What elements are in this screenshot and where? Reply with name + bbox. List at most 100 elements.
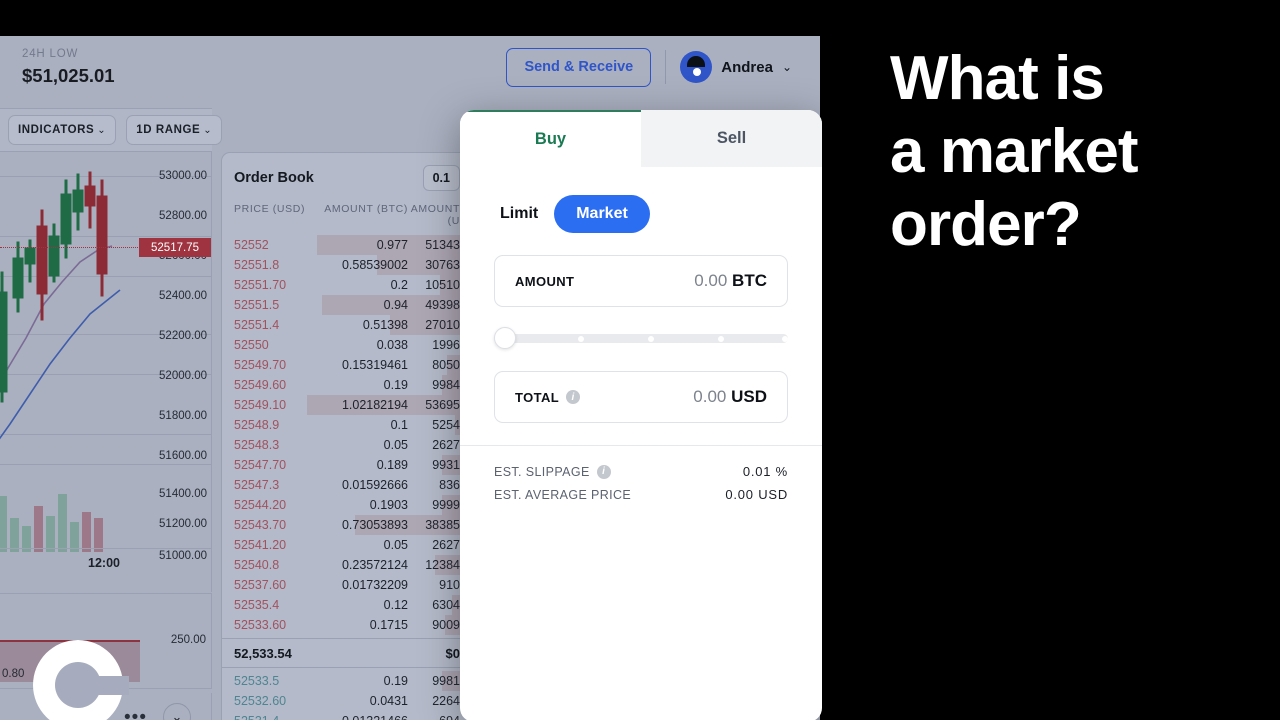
cell-price: 52551.8 [234,258,280,272]
send-receive-button[interactable]: Send & Receive [506,48,652,87]
collapse-chevron-icon[interactable]: ⌄ [163,703,191,720]
cell-amount-btc: 0.189 [376,458,408,472]
cell-price: 52541.20 [234,538,287,552]
cell-amount-btc: 0.977 [376,238,408,252]
table-row[interactable]: 52549.60 0.19 9984 [222,375,472,395]
amount-slider[interactable] [494,327,788,349]
screenshot-root: 24H LOW $51,025.01 Send & Receive Andrea… [0,0,1280,720]
table-row[interactable]: 52551.5 0.94 49398 [222,295,472,315]
order-type-selector: Limit Market [460,167,822,233]
cell-price: 52537.60 [234,578,287,592]
spread-value: $0 [445,645,460,661]
order-type-limit[interactable]: Limit [494,195,544,233]
tab-buy[interactable]: Buy [460,110,641,167]
cell-amount-usd: 9931 [432,458,460,472]
table-row[interactable]: 52533.60 0.1715 9009 [222,615,472,635]
column-amount-btc: AMOUNT (BTC) [324,203,408,215]
y-tick: 52400.00 [159,290,207,302]
table-row[interactable]: 52533.5 0.19 9981 [222,671,472,691]
table-row[interactable]: 52531.40.01321466694 [222,711,472,720]
y-tick: 51000.00 [159,550,207,562]
tab-sell[interactable]: Sell [641,110,822,167]
slider-track [500,334,788,343]
table-row[interactable]: 52551.70 0.2 10510 [222,275,472,295]
info-icon[interactable]: i [596,464,611,479]
total-value-group: 0.00 USD [693,387,767,407]
volume-bars [0,494,103,552]
cell-amount-usd: 1996 [432,338,460,352]
table-row[interactable]: 52535.4 0.12 6304 [222,595,472,615]
total-field[interactable]: TOTAL i 0.00 USD [494,371,788,423]
cell-amount-usd: 38385 [425,518,460,532]
app-header: 24H LOW $51,025.01 Send & Receive Andrea… [0,36,820,108]
cell-amount-btc: 0.05 [383,538,408,552]
chart-y-axis: 53000.00 52800.00 52600.00 52400.00 5220… [139,152,211,592]
cell-amount-btc: 0.01592666 [341,478,408,492]
chevron-down-icon: ⌄ [97,125,107,136]
cell-price: 52543.70 [234,518,287,532]
amount-value: 0.00 [694,271,728,290]
y-tick: 51200.00 [159,518,207,530]
info-icon[interactable]: i [566,390,581,404]
est-slippage-value: 0.01 % [742,464,788,479]
cell-amount-btc: 0.12 [383,598,408,612]
cell-amount-usd: 694 [408,714,460,720]
table-row[interactable]: 52532.60 0.0431 2264 [222,691,472,711]
range-label: 1D RANGE [136,124,201,136]
y-tick: 51800.00 [159,410,207,422]
cell-price: 52551.70 [234,278,287,292]
amount-unit: BTC [732,271,767,290]
order-book-columns: PRICE (USD) AMOUNT (BTC) AMOUNT (U [222,201,472,235]
cell-amount-btc: 0.73053893 [341,518,408,532]
stat-value: $51,025.01 [22,65,115,86]
order-book-asks: 52552 0.977 51343 52551.8 0.58539002 30763 525… [222,235,472,635]
amount-field[interactable]: AMOUNT 0.00 BTC [494,255,788,307]
table-row[interactable]: 52548.3 0.05 2627 [222,435,472,455]
order-type-market[interactable]: Market [554,195,650,233]
table-row[interactable]: 52551.4 0.51398 27010 [222,315,472,335]
candlestick-series [0,171,121,440]
table-row[interactable]: 52543.70 0.73053893 38385 [222,515,472,535]
header-divider [665,50,667,85]
table-row[interactable]: 52540.8 0.23572124 12384 [222,555,472,575]
table-row[interactable]: 52541.20 0.05 2627 [222,535,472,555]
cell-amount-usd: 2627 [432,438,460,452]
cell-price: 52549.10 [234,398,287,412]
amount-value-group: 0.00 BTC [694,271,767,291]
table-row[interactable]: 52547.70 0.189 9931 [222,455,472,475]
order-book-size-selector[interactable]: 0.1 [422,165,460,191]
table-row[interactable]: 52549.70 0.15319461 8050 [222,355,472,375]
table-row[interactable]: 52550 0.038 1996 [222,335,472,355]
chart-toolbar: INDICATORS ⌄ 1D RANGE ⌄ [0,108,223,152]
page-title: What is a market order? [890,42,1260,261]
indicators-dropdown[interactable]: INDICATORS ⌄ [8,115,117,145]
current-price-tag: 52517.75 [139,238,211,257]
more-options-icon[interactable]: ••• [124,708,147,720]
chevron-down-icon: ⌄ [781,60,792,75]
cell-amount-usd: 12384 [425,558,460,572]
table-row[interactable]: 52552 0.977 51343 [222,235,472,255]
cell-amount-usd: 2264 [432,694,460,708]
spread-price: 52,533.54 [234,645,292,661]
cell-amount-usd: 9009 [432,618,460,632]
table-row[interactable]: 52548.9 0.1 5254 [222,415,472,435]
table-row[interactable]: 52547.3 0.01592666 836 [222,475,472,495]
cell-amount-btc: 0.51398 [362,318,408,332]
cell-price: 52535.4 [234,598,280,612]
user-menu[interactable]: Andrea ⌄ [680,51,792,84]
table-row[interactable]: 52549.10 1.02182194 53695 [222,395,472,415]
cell-amount-btc: 0.01321466 [316,714,408,720]
cell-amount-btc: 1.02182194 [341,398,408,412]
table-row[interactable]: 52551.8 0.58539002 30763 [222,255,472,275]
order-book-bids: 52533.5 0.19 9981 52532.60 0.0431 2264 52531.4… [222,671,472,720]
range-dropdown[interactable]: 1D RANGE ⌄ [126,115,223,145]
price-chart[interactable]: 12:00 53000.00 52800.00 52600.00 52400.0… [0,152,212,592]
cell-price: 52544.20 [234,498,287,512]
table-row[interactable]: 52537.60 0.01732209 910 [222,575,472,595]
cell-price: 52547.3 [234,478,280,492]
slider-notch [718,336,724,342]
table-row[interactable]: 52544.20 0.1903 9999 [222,495,472,515]
slider-handle[interactable] [494,327,516,349]
indicator-label-left: 0.80 [2,668,25,680]
chevron-down-icon: ⌄ [203,125,213,136]
